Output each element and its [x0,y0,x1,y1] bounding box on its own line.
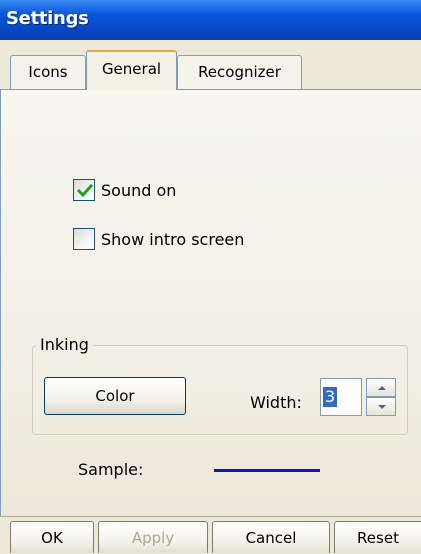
width-spinner [366,378,396,416]
inking-legend: Inking [36,335,93,354]
ink-sample-stroke [214,469,320,472]
window-title: Settings [6,8,89,29]
sound-on-label: Sound on [101,180,177,200]
tab-divider [0,89,421,90]
apply-button[interactable]: Apply [98,521,208,553]
width-down-button[interactable] [366,397,396,416]
ok-button[interactable]: OK [10,521,94,553]
show-intro-row[interactable]: Show intro screen [73,225,244,253]
sound-on-checkbox[interactable] [73,179,95,201]
width-up-button[interactable] [366,378,396,397]
width-label: Width: [250,393,302,412]
color-button[interactable]: Color [44,377,186,415]
tab-general[interactable]: General [86,50,177,90]
tab-icons[interactable]: Icons [10,55,86,89]
title-bar: Settings [0,0,421,40]
sample-label: Sample: [78,460,144,479]
width-input[interactable]: 3 [320,378,362,416]
arrow-down-icon [378,405,386,409]
checkmark-icon [76,183,94,198]
show-intro-label: Show intro screen [101,229,245,249]
width-value: 3 [323,387,338,407]
show-intro-checkbox[interactable] [73,228,95,250]
tab-recognizer[interactable]: Recognizer [177,55,302,89]
reset-button[interactable]: Reset [334,521,421,553]
general-panel [0,90,421,516]
sound-on-row[interactable]: Sound on [73,176,176,204]
arrow-up-icon [378,386,386,390]
cancel-button[interactable]: Cancel [212,521,330,553]
